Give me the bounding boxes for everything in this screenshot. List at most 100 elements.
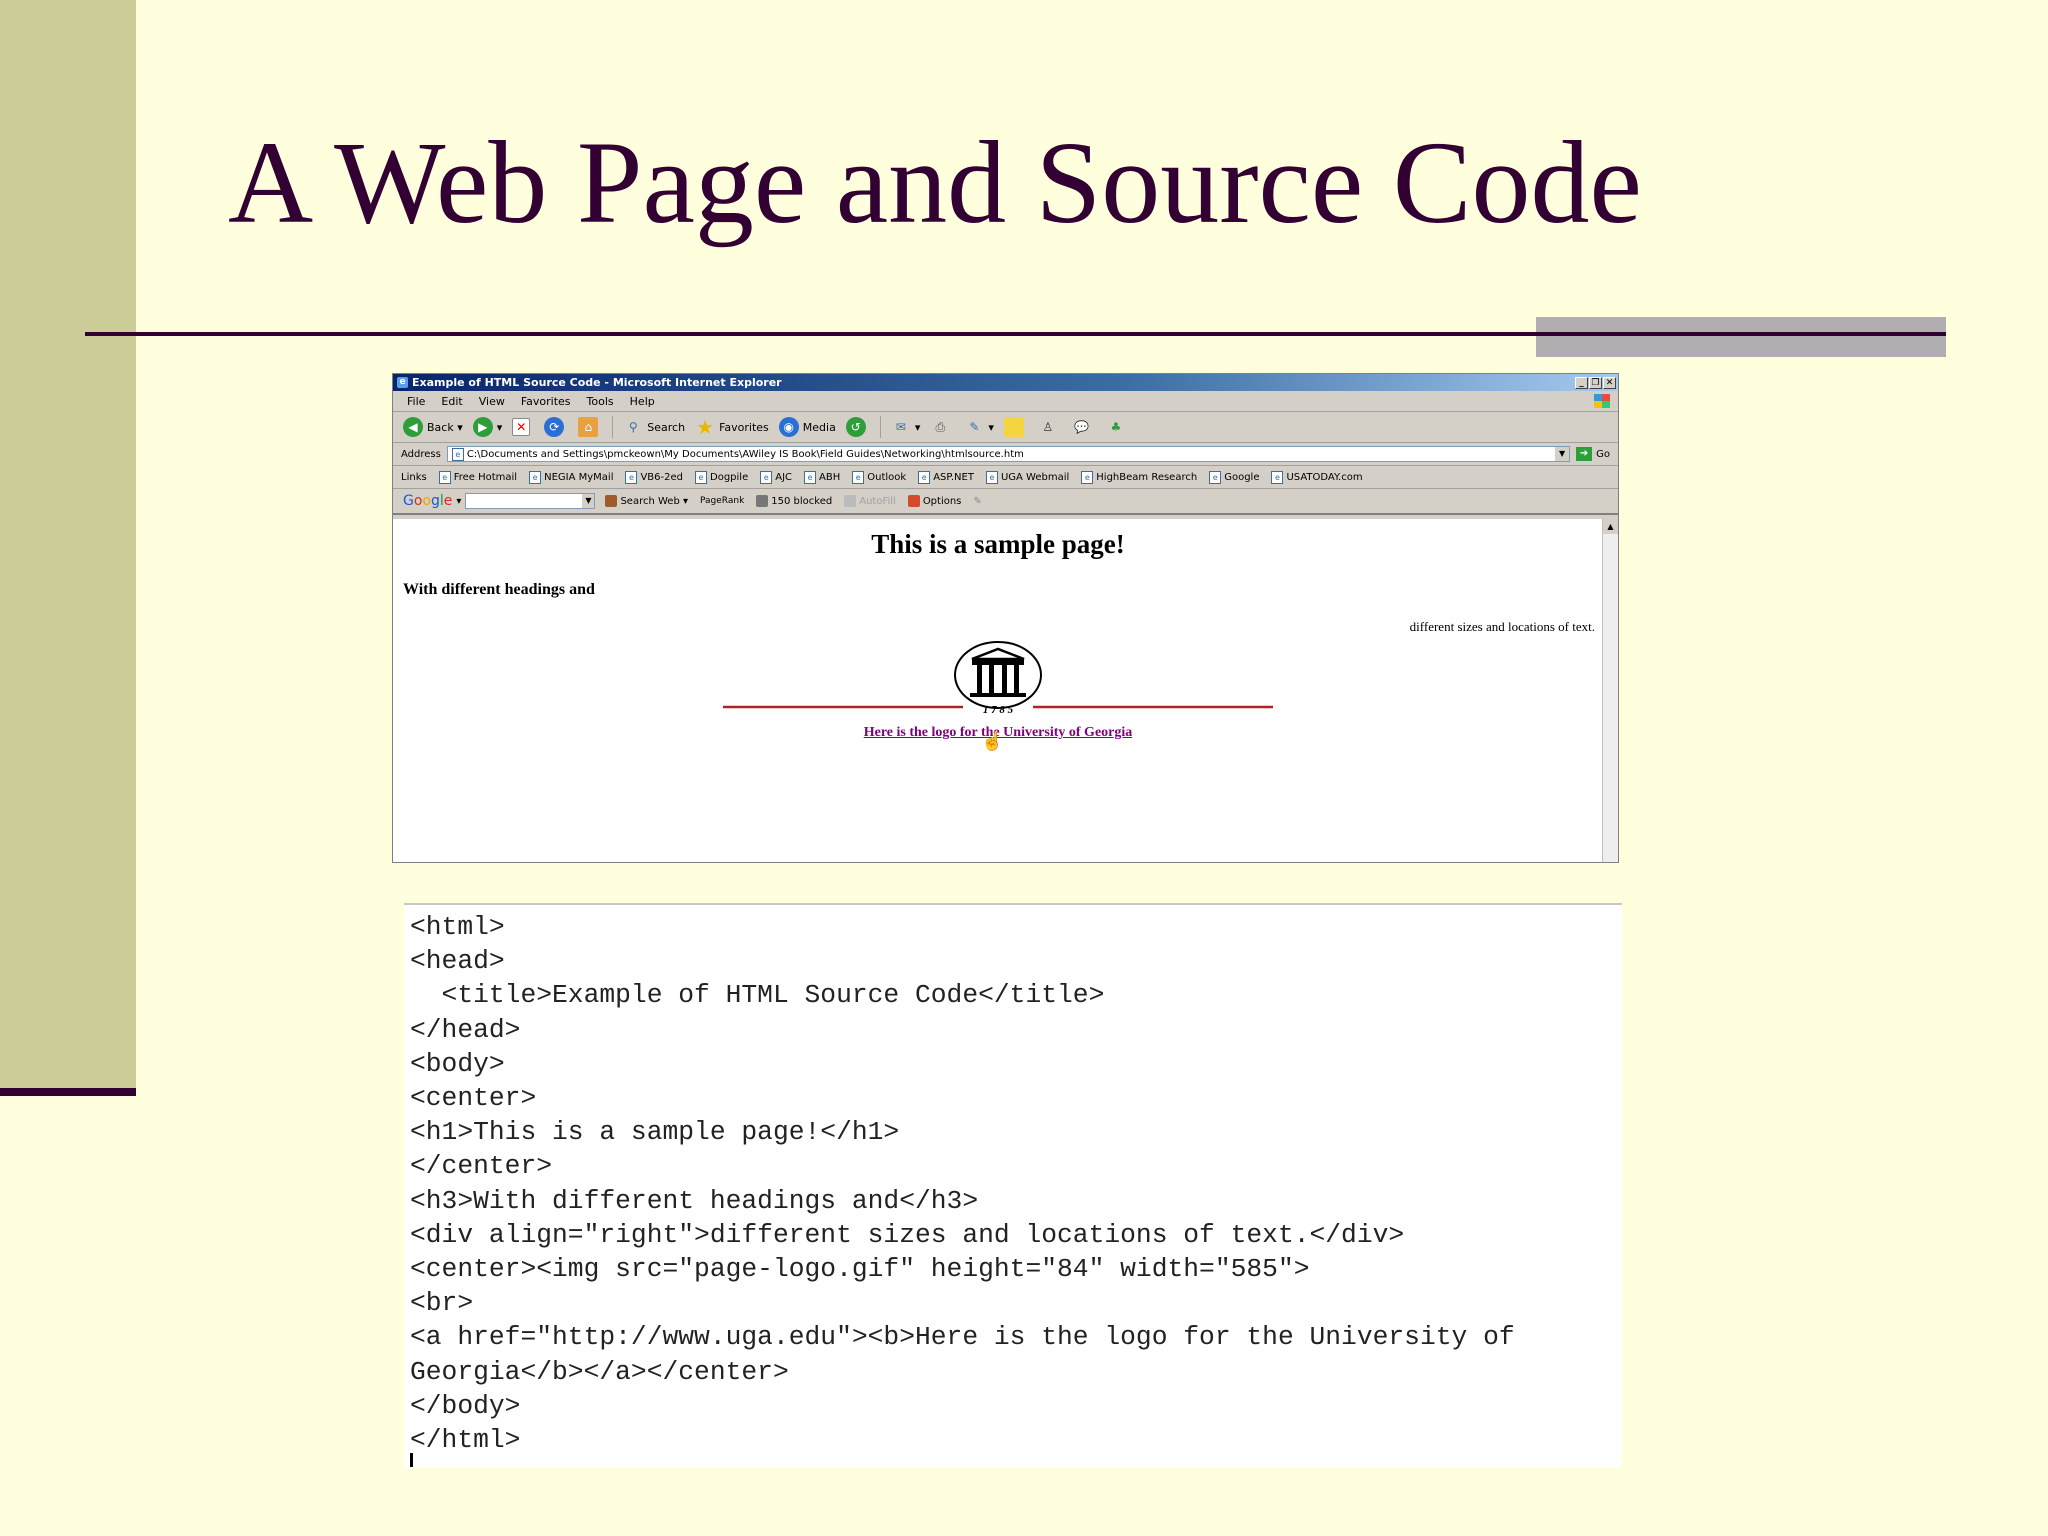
link-usatoday[interactable]: e USATODAY.com <box>1271 470 1363 484</box>
ie-logo-icon: e <box>397 377 408 388</box>
messenger-button[interactable]: 💬 <box>1072 417 1096 437</box>
sample-page-heading: This is a sample page! <box>871 529 1125 559</box>
search-icon: ⚲ <box>628 420 638 434</box>
scroll-up-icon[interactable]: ▲ <box>1603 519 1618 534</box>
popup-blocker-icon <box>756 495 769 507</box>
popup-blocker-button[interactable]: 150 blocked <box>756 495 832 507</box>
menu-help[interactable]: Help <box>630 395 655 408</box>
hand-cursor-icon: ☝ <box>981 731 1004 751</box>
discuss-button[interactable] <box>1003 417 1028 437</box>
options-button[interactable]: Options <box>907 495 961 507</box>
print-button[interactable]: ⎙ <box>930 417 954 437</box>
browser-window-title: Example of HTML Source Code - Microsoft … <box>412 376 782 389</box>
address-dropdown-icon[interactable]: ▼ <box>1555 447 1570 461</box>
refresh-icon: ⟳ <box>544 417 565 437</box>
highlight-button[interactable]: ✎ <box>973 496 981 507</box>
link-outlook[interactable]: e Outlook <box>852 470 906 484</box>
link-uga-webmail[interactable]: e UGA Webmail <box>985 470 1069 484</box>
back-arrow-icon: ◀ <box>403 417 423 437</box>
refresh-button[interactable]: ⟳ <box>544 417 568 437</box>
favorites-button[interactable]: ★ Favorites <box>695 417 769 437</box>
link-label: Dogpile <box>710 471 749 483</box>
menu-view[interactable]: View <box>479 395 505 408</box>
menu-tools[interactable]: Tools <box>587 395 614 408</box>
page-icon: e <box>529 470 542 484</box>
google-search-dropdown-icon[interactable]: ▼ <box>582 494 595 508</box>
address-label: Address <box>401 448 441 460</box>
options-icon <box>907 495 920 507</box>
windows-flag-icon <box>1594 394 1610 408</box>
page-icon: e <box>804 470 817 484</box>
address-input[interactable]: e C:\Documents and Settings\pmckeown\My … <box>446 446 1571 462</box>
link-ajc[interactable]: e AJC <box>760 470 792 484</box>
menu-file[interactable]: File <box>407 395 425 408</box>
browser-window: e Example of HTML Source Code - Microsof… <box>392 373 1619 863</box>
browser-page-content: This is a sample page! With different he… <box>393 519 1603 862</box>
back-button[interactable]: ◀ Back ▾ <box>403 417 463 437</box>
page-icon: e <box>1209 470 1222 484</box>
search-button-label: Search <box>647 420 686 434</box>
browser-scrollbar[interactable]: ▲ <box>1602 519 1618 862</box>
link-label: Google <box>1224 471 1260 483</box>
google-menu-dropdown-icon[interactable]: ▾ <box>456 496 461 507</box>
pagerank-button[interactable]: PageRank <box>700 496 744 506</box>
browser-toolbar: ◀ Back ▾ ▶ ▾ ✕ ⟳ ⌂ ⚲ Search ★ Favorites ◉… <box>393 412 1618 443</box>
page-icon: e <box>438 470 451 484</box>
go-button[interactable]: ➔ Go <box>1576 447 1610 461</box>
sample-page-subheading: With different headings and <box>403 581 595 598</box>
link-negia-mymail[interactable]: e NEGIA MyMail <box>529 470 614 484</box>
search-web-button[interactable]: Search Web ▾ <box>605 495 688 507</box>
home-button[interactable]: ⌂ <box>578 417 602 437</box>
autofill-button[interactable]: AutoFill <box>844 495 896 507</box>
link-vb6-2ed[interactable]: e VB6-2ed <box>625 470 683 484</box>
page-icon: e <box>1081 470 1094 484</box>
mail-icon: ✉ <box>895 420 906 434</box>
back-button-label: Back <box>427 420 454 434</box>
toolbar-separator <box>879 416 881 438</box>
page-icon: e <box>625 470 638 484</box>
page-icon: e <box>852 470 865 484</box>
address-value: C:\Documents and Settings\pmckeown\My Do… <box>466 448 1024 460</box>
link-abh[interactable]: e ABH <box>804 470 840 484</box>
print-icon: ⎙ <box>935 420 946 434</box>
pencil-icon: ✎ <box>973 495 982 507</box>
close-icon[interactable]: ✕ <box>1603 376 1616 389</box>
menu-favorites[interactable]: Favorites <box>521 395 571 408</box>
google-logo[interactable]: Google <box>403 493 452 509</box>
link-dogpile[interactable]: e Dogpile <box>695 470 749 484</box>
research-button[interactable]: ♙ <box>1038 417 1062 437</box>
google-search-input[interactable]: ▼ <box>465 493 596 509</box>
blocked-count: 150 blocked <box>771 495 833 507</box>
toolbar-separator <box>612 416 614 438</box>
messenger-people-button[interactable]: ♣ <box>1106 417 1130 437</box>
history-icon: ↺ <box>845 417 866 437</box>
media-globe-icon: ◉ <box>778 417 799 437</box>
link-highbeam-research[interactable]: e HighBeam Research <box>1081 470 1197 484</box>
home-icon: ⌂ <box>578 417 599 437</box>
browser-menubar: File Edit View Favorites Tools Help <box>393 391 1618 412</box>
slide-side-bar <box>0 0 136 1088</box>
menu-edit[interactable]: Edit <box>441 395 462 408</box>
media-button-label: Media <box>802 420 836 434</box>
link-google[interactable]: e Google <box>1209 470 1260 484</box>
edit-icon: ✎ <box>969 420 980 434</box>
link-label: NEGIA MyMail <box>544 471 614 483</box>
history-button[interactable]: ↺ <box>845 417 870 437</box>
source-code-text: <html> <head> <title>Example of HTML Sou… <box>410 912 1515 1456</box>
research-icon: ♙ <box>1042 420 1054 434</box>
restore-icon[interactable]: ❐ <box>1589 376 1602 389</box>
page-icon: e <box>451 447 464 461</box>
star-icon: ★ <box>696 415 715 439</box>
search-button[interactable]: ⚲ Search <box>623 417 685 437</box>
edit-button[interactable]: ✎ ▾ <box>964 417 994 437</box>
link-free-hotmail[interactable]: e Free Hotmail <box>438 470 517 484</box>
link-asp-net[interactable]: e ASP.NET <box>918 470 974 484</box>
links-bar: Links e Free Hotmail e NEGIA MyMail e VB6-2… <box>393 466 1618 489</box>
media-button[interactable]: ◉ Media <box>778 417 836 437</box>
minimize-icon[interactable]: _ <box>1575 376 1588 389</box>
links-label: Links <box>401 471 427 483</box>
mail-button[interactable]: ✉ ▾ <box>891 417 921 437</box>
forward-button[interactable]: ▶ ▾ <box>472 417 502 437</box>
page-icon: e <box>1271 470 1284 484</box>
stop-button[interactable]: ✕ <box>512 418 534 436</box>
